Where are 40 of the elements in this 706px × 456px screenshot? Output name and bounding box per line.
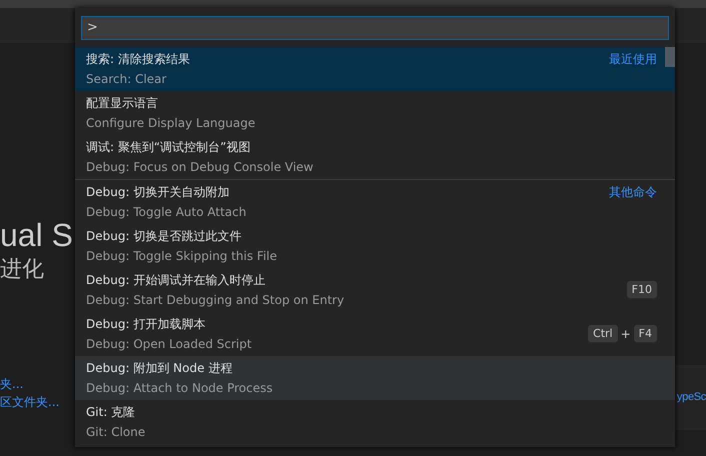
command-item[interactable]: 配置显示语言 Configure Display Language <box>75 90 675 134</box>
keybinding: F4 <box>634 324 657 342</box>
command-title: 配置显示语言 <box>86 94 159 112</box>
command-detail: Search: Clear <box>86 70 168 88</box>
command-detail: Debug: Toggle Auto Attach <box>86 204 248 220</box>
welcome-link[interactable]: 区文件夹... <box>0 393 73 411</box>
command-item[interactable]: Debug: 切换是否跳过此文件 Debug: Toggle Skipping this File <box>75 224 675 268</box>
command-item[interactable]: Debug: 附加到 Node 进程 Debug: Attach to Node Process <box>75 356 675 400</box>
command-detail: Debug: Attach to Node Process <box>86 380 274 396</box>
command-title: 调试: 聚焦到“调试控制台”视图 <box>86 138 252 156</box>
keybinding: Ctrl <box>588 324 618 342</box>
welcome-link[interactable]: 夹... <box>0 375 73 393</box>
command-title: Debug: 打开加载脚本 <box>86 316 206 332</box>
group-label: 其他命令 <box>609 184 657 200</box>
command-title: 搜索: 清除搜索结果 <box>86 50 191 68</box>
scrollbar-thumb[interactable] <box>665 46 675 66</box>
command-detail: Debug: Start Debugging and Stop on Entry <box>86 292 346 308</box>
key-separator: + <box>620 326 631 342</box>
command-detail: Debug: Toggle Skipping this File <box>86 248 278 264</box>
command-detail: Debug: Focus on Debug Console View <box>86 158 314 176</box>
command-detail: Git: Clone <box>86 424 146 440</box>
group-label: 最近使用 <box>609 50 657 68</box>
command-item[interactable]: Git: 克隆 Git: Clone <box>75 400 675 444</box>
command-item[interactable]: Debug: 打开加载脚本 Debug: Open Loaded Script Ctrl + F4 <box>75 312 675 356</box>
welcome-link[interactable]: ypeSc <box>676 389 706 406</box>
welcome-title: ual S <box>0 216 73 255</box>
command-title: Debug: 附加到 Node 进程 <box>86 360 234 376</box>
command-item[interactable]: Debug: 开始调试并在输入时停止 Debug: Start Debugging and Stop on Entry F10 <box>75 268 675 312</box>
welcome-subtitle: 进化 <box>0 256 45 284</box>
command-item[interactable]: 调试: 聚焦到“调试控制台”视图 Debug: Focus on Debug Console View <box>75 134 675 178</box>
command-title: Debug: 切换是否跳过此文件 <box>86 228 242 244</box>
command-input[interactable]: > <box>81 16 669 40</box>
command-detail: Configure Display Language <box>86 114 256 132</box>
command-title: Debug: 切换开关自动附加 <box>86 184 230 200</box>
keybinding: F10 <box>626 280 657 298</box>
command-detail: Debug: Open Loaded Script <box>86 336 253 352</box>
command-title: Debug: 开始调试并在输入时停止 <box>86 272 266 288</box>
command-item[interactable]: Debug: 切换开关自动附加 Debug: Toggle Auto Attach 其他命令 <box>75 180 675 224</box>
command-title: Git: 克隆 <box>86 404 136 420</box>
command-item[interactable]: 搜索: 清除搜索结果 Search: Clear 最近使用 <box>75 46 675 90</box>
